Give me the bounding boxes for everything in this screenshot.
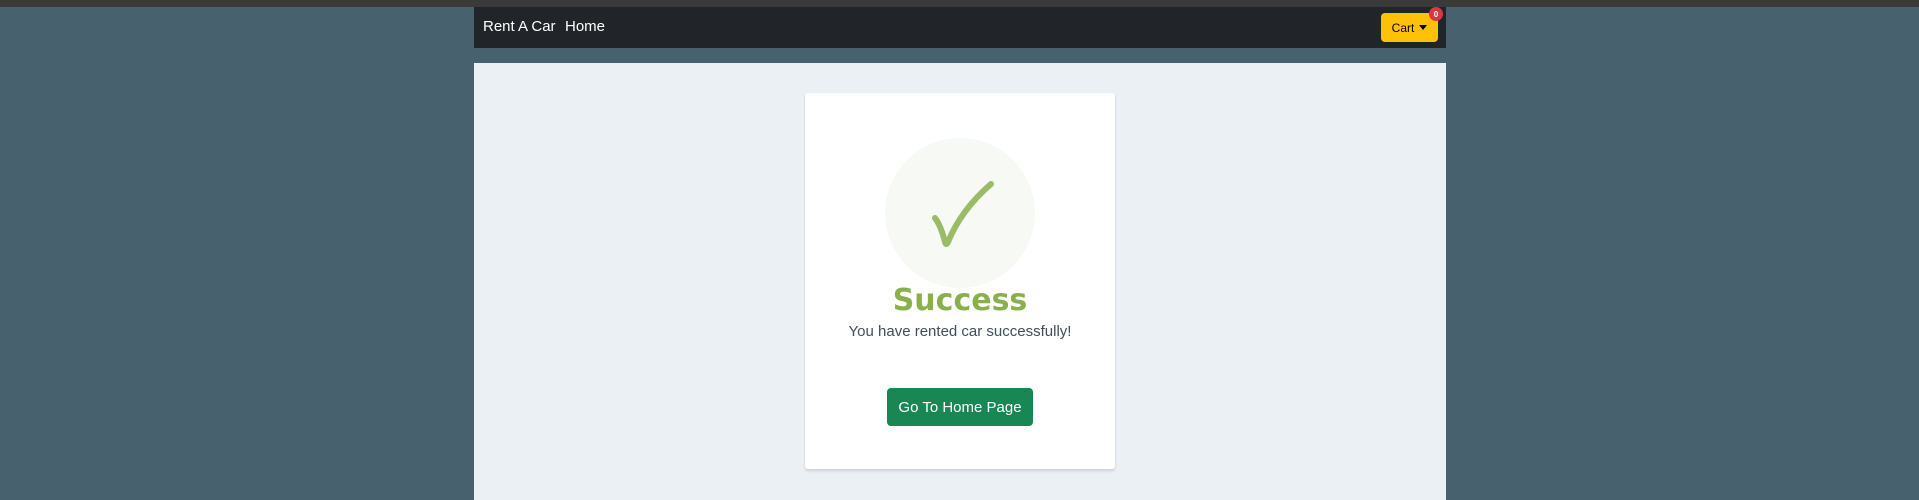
- go-to-home-page-button[interactable]: Go To Home Page: [887, 388, 1033, 426]
- success-card: Success You have rented car successfully…: [805, 93, 1115, 469]
- success-icon-circle: [885, 138, 1035, 288]
- main-content: Success You have rented car successfully…: [474, 63, 1446, 500]
- brand-link[interactable]: Rent A Car: [483, 18, 556, 35]
- cart-label: Cart: [1391, 20, 1415, 35]
- caret-down-icon: [1419, 25, 1428, 30]
- success-title: Success: [892, 283, 1028, 318]
- navbar: Rent A Car Home Cart 0: [474, 7, 1446, 48]
- cart-count-badge: 0: [1429, 7, 1443, 21]
- checkmark-icon: [932, 181, 994, 247]
- success-message: You have rented car successfully!: [848, 323, 1072, 340]
- browser-top-strip: [0, 0, 1919, 7]
- nav-home-link[interactable]: Home: [565, 18, 605, 35]
